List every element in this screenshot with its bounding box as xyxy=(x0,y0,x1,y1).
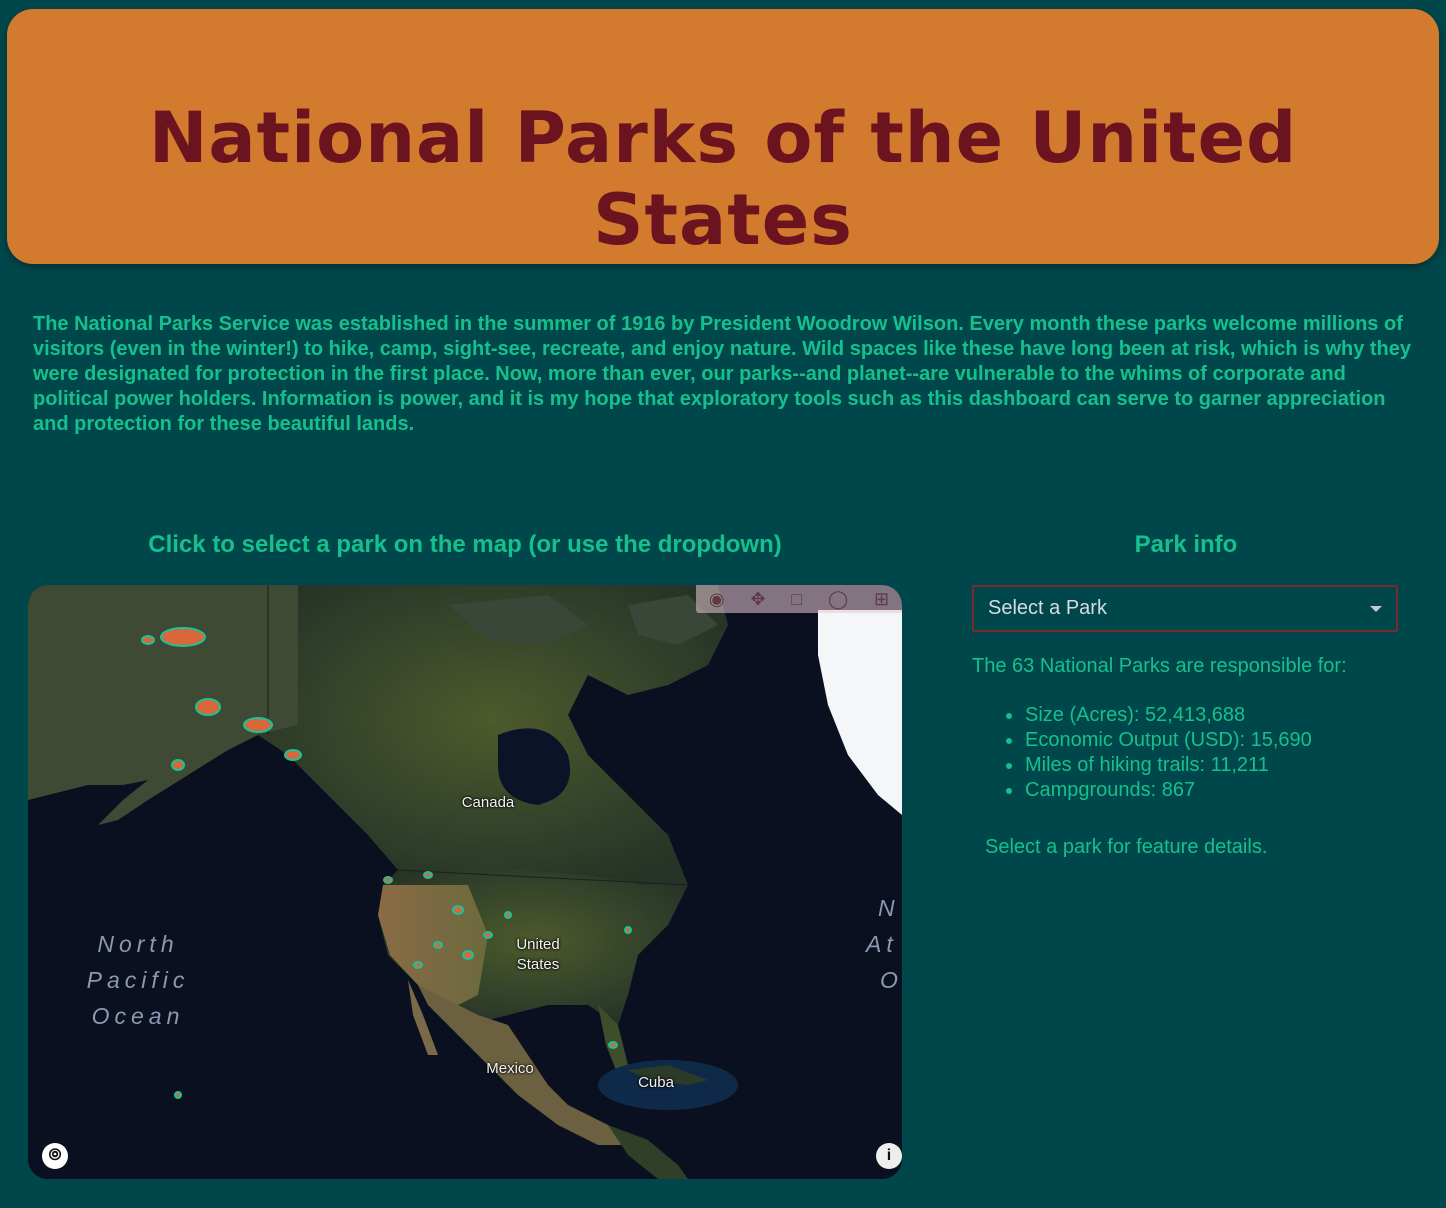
lasso-icon[interactable]: ◯ xyxy=(828,585,848,613)
map-toolbar: ◉ ✥ □ ◯ ⊞ xyxy=(696,585,902,613)
intro-paragraph: The National Parks Service was establish… xyxy=(33,313,1412,435)
map-label-us-line1: United xyxy=(516,936,560,953)
stat-hiking-trails: Miles of hiking trails: 11,211 xyxy=(1006,753,1312,778)
parks-summary: The 63 National Parks are responsible fo… xyxy=(972,655,1347,677)
map-label-atlantic-line1: N xyxy=(878,895,900,921)
satellite-basemap xyxy=(28,585,902,1179)
camera-icon[interactable]: ◉ xyxy=(709,585,725,613)
parks-stats-list: Size (Acres): 52,413,688 Economic Output… xyxy=(1006,703,1312,803)
map-label-atlantic-line2: At xyxy=(866,931,898,957)
feature-details-hint: Select a park for feature details. xyxy=(985,836,1268,858)
park-select-dropdown[interactable]: Select a Park xyxy=(972,585,1398,632)
stat-campgrounds: Campgrounds: 867 xyxy=(1006,778,1312,803)
page-title: National Parks of the United States xyxy=(148,97,1298,261)
box-select-icon[interactable]: □ xyxy=(791,585,802,613)
dropdown-placeholder: Select a Park xyxy=(988,597,1107,619)
stat-economic-output: Economic Output (USD): 15,690 xyxy=(1006,729,1312,751)
pan-icon[interactable]: ✥ xyxy=(750,585,765,613)
stat-size: Size (Acres): 52,413,688 xyxy=(1006,703,1312,728)
map-label-us-line2: States xyxy=(516,956,560,973)
map-label-atlantic-line3: O xyxy=(880,967,902,993)
map-label-pacific-line1: North xyxy=(97,931,179,957)
map-label-pacific-line2: Pacific xyxy=(86,967,190,993)
chevron-down-icon[interactable] xyxy=(1370,606,1382,612)
park-map[interactable]: Canada United States Mexico Cuba North P… xyxy=(28,585,902,1179)
map-label-canada: Canada xyxy=(461,794,515,811)
map-label-cuba: Cuba xyxy=(638,1074,674,1091)
map-label-mexico: Mexico xyxy=(486,1060,534,1077)
zoom-in-icon[interactable]: ⊞ xyxy=(874,585,889,613)
mapbox-logo-icon[interactable]: ⦾ xyxy=(42,1143,68,1169)
park-info-heading: Park info xyxy=(1134,531,1238,558)
info-icon[interactable]: i xyxy=(876,1143,902,1169)
map-label-pacific-line3: Ocean xyxy=(91,1003,185,1029)
header-banner: National Parks of the United States xyxy=(7,9,1439,264)
map-heading: Click to select a park on the map (or us… xyxy=(148,531,782,558)
